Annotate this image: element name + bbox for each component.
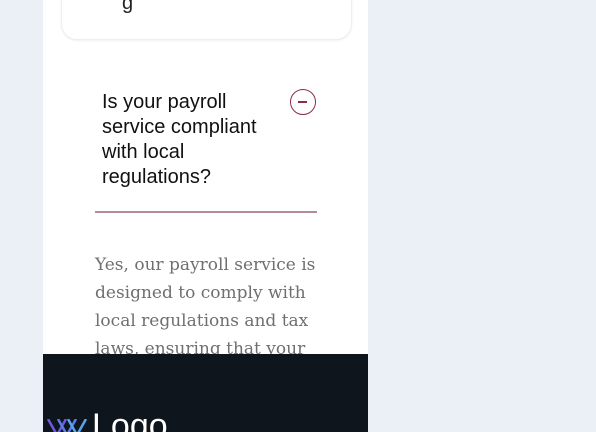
logo-text[interactable]: Logo — [92, 409, 168, 432]
faq-question[interactable]: Is your payroll service compliant with l… — [102, 90, 277, 190]
footer: Logo — [43, 354, 368, 432]
previous-faq-card[interactable]: g — [61, 0, 352, 40]
collapse-faq-button[interactable] — [290, 89, 316, 115]
minus-circle-icon — [298, 101, 307, 103]
faq-answer: Yes, our payroll service is designed to … — [95, 255, 316, 359]
faq-panel: g Is your payroll service compliant with… — [43, 0, 368, 432]
previous-faq-text: g — [122, 0, 134, 14]
faq-divider — [95, 211, 317, 213]
logo-mark-icon — [46, 419, 88, 432]
